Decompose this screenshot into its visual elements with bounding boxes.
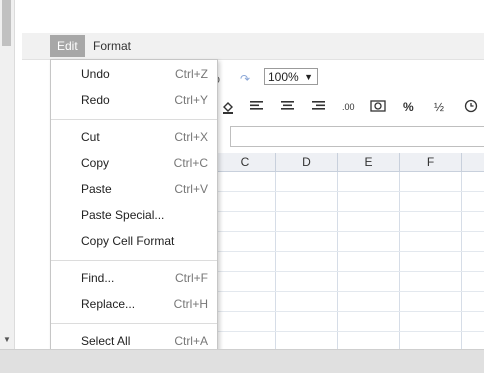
grid-row-line — [215, 271, 484, 272]
vertical-scrollbar[interactable]: ▼ — [0, 0, 15, 349]
menu-edit[interactable]: Edit — [50, 35, 85, 57]
menu-item-label: Cut — [81, 130, 100, 144]
grid-row-line — [215, 311, 484, 312]
menu-item-label: Replace... — [81, 297, 136, 311]
scrollbar-thumb[interactable] — [2, 0, 11, 46]
menu-item-paste-special[interactable]: Paste Special... — [51, 203, 217, 227]
column-header-d[interactable]: D — [276, 153, 338, 172]
edit-menu-dropdown: Undo Ctrl+Z Redo Ctrl+Y Cut Ctrl+X Copy … — [50, 59, 218, 351]
fraction-icon[interactable]: ½ — [434, 100, 444, 114]
menu-item-shortcut: Ctrl+X — [174, 130, 208, 144]
decimal-icon[interactable]: .00 — [342, 102, 355, 112]
menu-item-paste[interactable]: Paste Ctrl+V — [51, 177, 217, 201]
menu-separator — [51, 260, 217, 261]
zoom-select[interactable]: 100% ▼ — [264, 68, 318, 85]
column-header-f[interactable]: F — [400, 153, 462, 172]
menu-item-shortcut: Ctrl+C — [173, 156, 208, 170]
menu-item-copy[interactable]: Copy Ctrl+C — [51, 151, 217, 175]
grid-row-line — [215, 251, 484, 252]
percent-icon[interactable]: % — [403, 100, 414, 114]
menu-item-label: Undo — [81, 67, 110, 81]
column-header-c[interactable]: C — [215, 153, 276, 172]
menu-item-copy-cell-format[interactable]: Copy Cell Format — [51, 229, 217, 253]
align-center-icon[interactable] — [281, 100, 295, 115]
grid-column-f[interactable] — [400, 172, 462, 349]
bottom-status-bar — [0, 349, 484, 373]
grid-column-d[interactable] — [276, 172, 338, 349]
menu-item-shortcut: Ctrl+F — [175, 271, 208, 285]
menu-item-label: Redo — [81, 93, 110, 107]
menu-item-shortcut: Ctrl+Y — [174, 93, 208, 107]
redo-icon[interactable]: ↷ — [240, 72, 250, 86]
chevron-down-icon: ▼ — [304, 72, 313, 82]
grid-row-line — [215, 291, 484, 292]
menu-item-label: Copy Cell Format — [81, 234, 175, 248]
fill-color-icon[interactable] — [221, 100, 235, 117]
zoom-value: 100% — [268, 70, 299, 84]
column-header-next[interactable] — [462, 153, 484, 172]
menu-item-cut[interactable]: Cut Ctrl+X — [51, 125, 217, 149]
menu-bar: Edit Format — [22, 33, 484, 60]
menu-item-label: Copy — [81, 156, 110, 170]
menu-item-label: Find... — [81, 271, 115, 285]
align-right-icon[interactable] — [312, 100, 326, 115]
menu-item-replace[interactable]: Replace... Ctrl+H — [51, 292, 217, 316]
currency-icon[interactable] — [370, 99, 386, 116]
menu-format[interactable]: Format — [86, 35, 138, 57]
menu-item-shortcut: Ctrl+Z — [175, 67, 208, 81]
menu-item-redo[interactable]: Redo Ctrl+Y — [51, 88, 217, 112]
menu-item-find[interactable]: Find... Ctrl+F — [51, 266, 217, 290]
scroll-down-arrow-icon[interactable]: ▼ — [0, 330, 14, 348]
align-left-icon[interactable] — [250, 100, 264, 115]
menu-separator — [51, 323, 217, 324]
grid-row-line — [215, 191, 484, 192]
grid-row-line — [215, 211, 484, 212]
menu-item-label: Paste Special... — [81, 208, 165, 222]
menu-separator — [51, 119, 217, 120]
menu-item-shortcut: Ctrl+V — [174, 182, 208, 196]
grid-row-line — [215, 231, 484, 232]
grid-row-line — [215, 331, 484, 332]
menu-item-label: Paste — [81, 182, 112, 196]
formula-input[interactable] — [230, 126, 484, 147]
grid-column-e[interactable] — [338, 172, 400, 349]
clock-icon[interactable] — [464, 99, 478, 116]
grid-column-c[interactable] — [215, 172, 276, 349]
menu-item-undo[interactable]: Undo Ctrl+Z — [51, 62, 217, 86]
menu-item-shortcut: Ctrl+H — [173, 297, 208, 311]
column-header-e[interactable]: E — [338, 153, 400, 172]
